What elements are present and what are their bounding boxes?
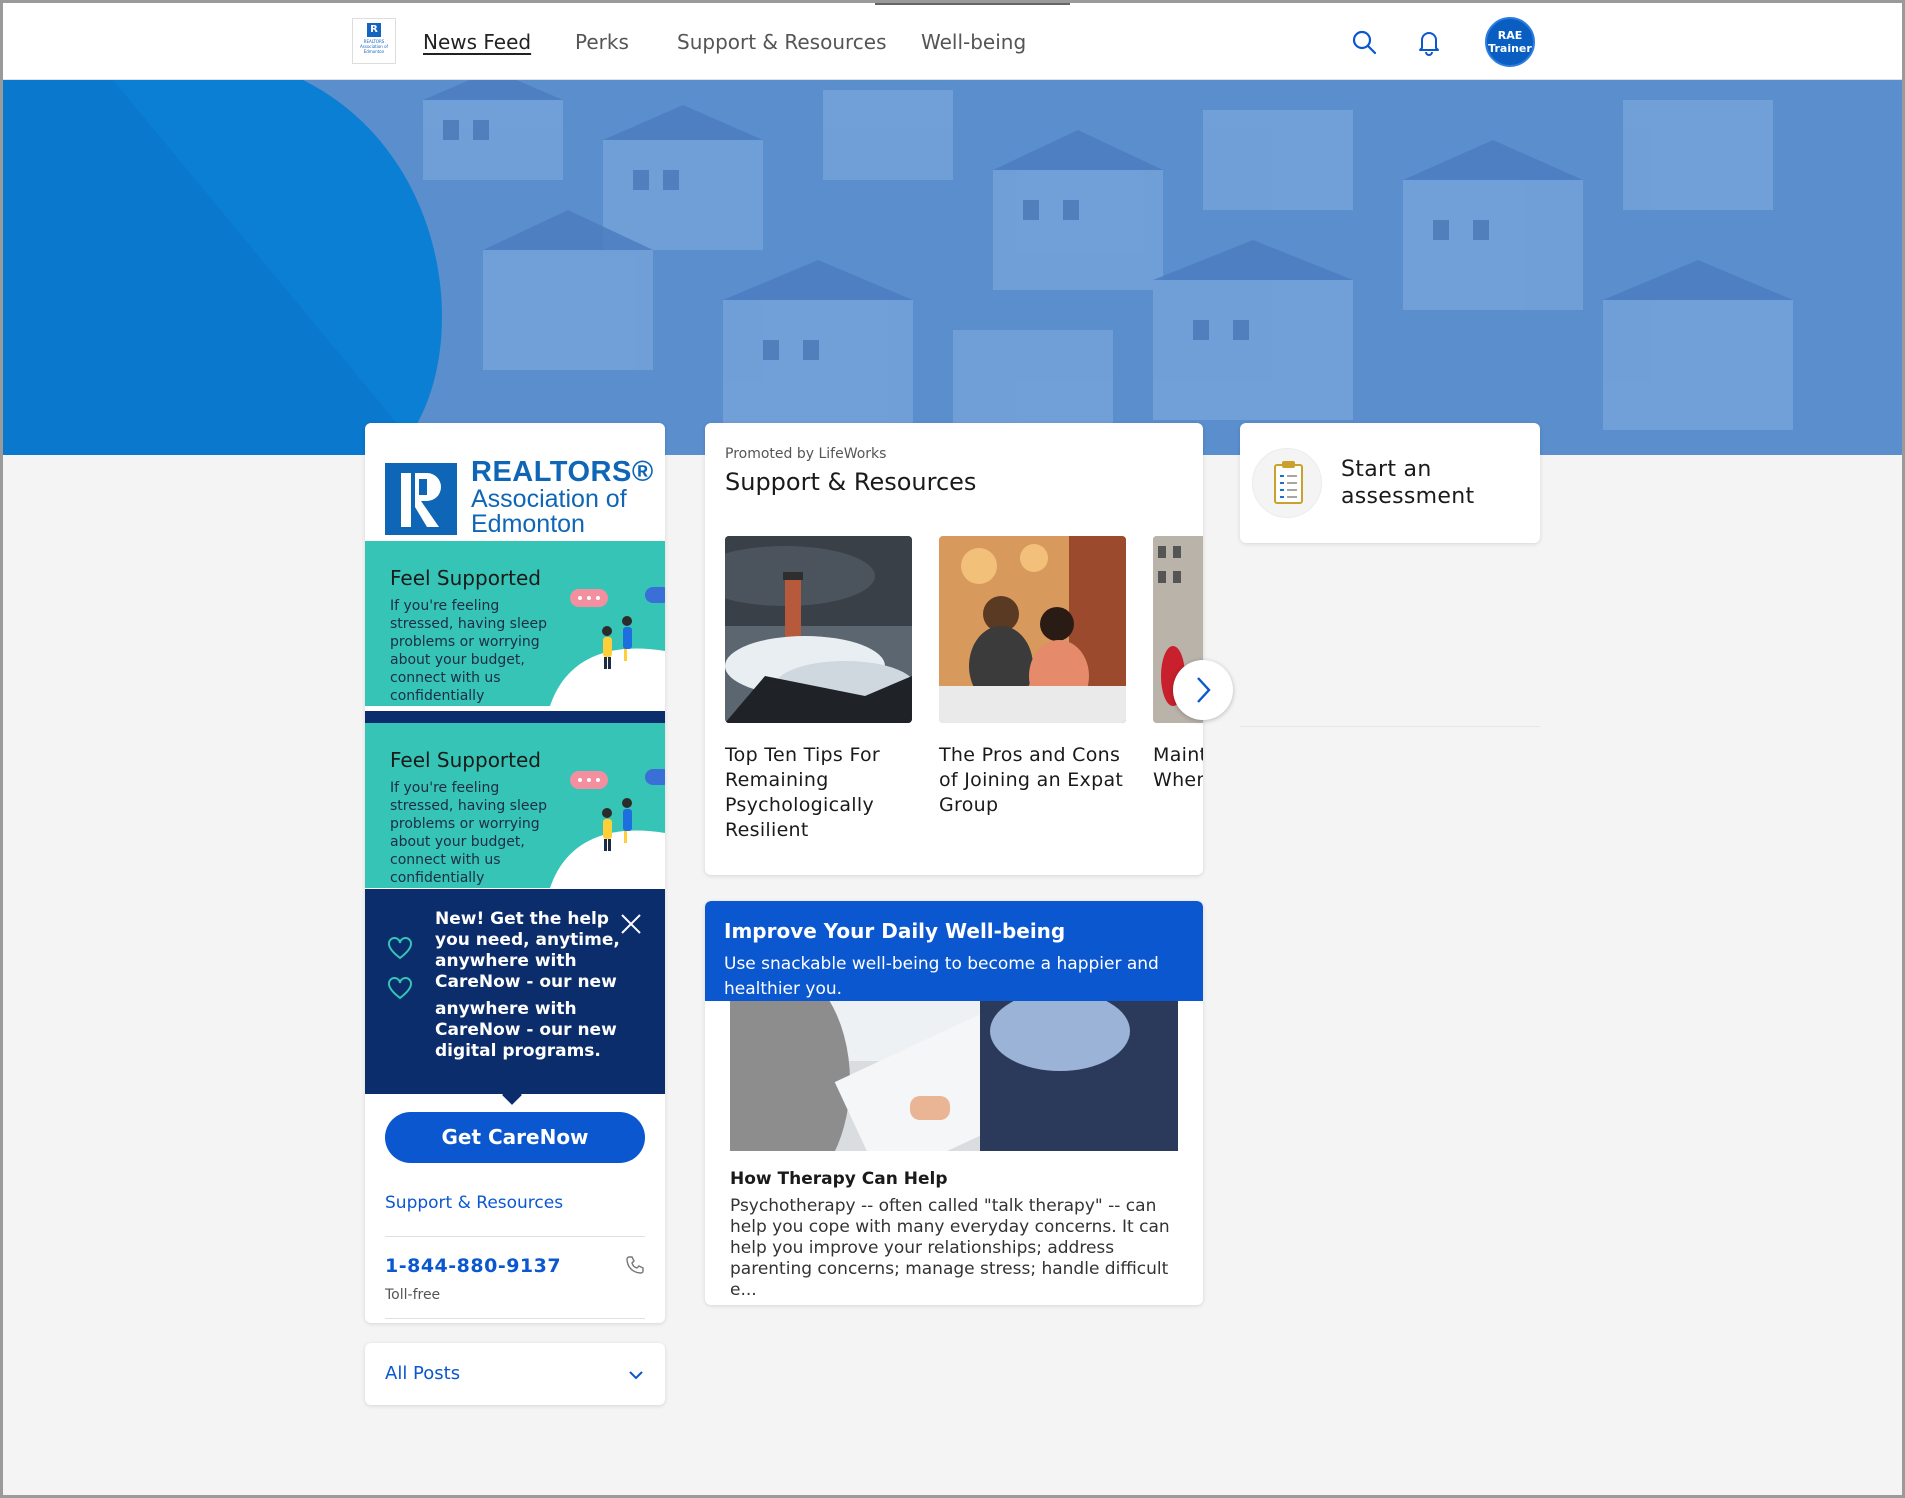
article-tile[interactable]: The Pros and Cons of Joining an Expat Gr…	[939, 536, 1126, 818]
banner-title: Feel Supported	[390, 748, 541, 772]
article-title: How Therapy Can Help	[730, 1169, 948, 1189]
brand-logo[interactable]: R REALTORS Association of Edmonton	[352, 18, 396, 64]
article-excerpt: Psychotherapy -- often called "talk ther…	[730, 1196, 1170, 1300]
right-column-divider	[1240, 726, 1540, 727]
realtors-r-icon	[385, 463, 457, 535]
carenow-tooltip: New! Get the help you need, anytime, any…	[365, 889, 665, 1105]
phone-icon[interactable]	[625, 1255, 645, 1275]
section-title: Support & Resources	[725, 468, 977, 496]
promoted-label: Promoted by LifeWorks	[725, 446, 887, 462]
nav-perks[interactable]: Perks	[575, 30, 629, 54]
cafe-conversation-image	[939, 536, 1126, 723]
wellbeing-card[interactable]: Improve Your Daily Well-being Use snacka…	[705, 901, 1203, 1305]
sponsor-sidebar-card: REALTORS® Association of Edmonton Feel S…	[365, 423, 665, 1323]
nav-support-resources[interactable]: Support & Resources	[677, 30, 887, 54]
wellbeing-header: Improve Your Daily Well-being Use snacka…	[705, 901, 1203, 1001]
close-icon[interactable]	[620, 913, 642, 935]
phone-number-link[interactable]: 1-844-880-9137	[385, 1255, 561, 1277]
tooltip-message: New! Get the help you need, anytime, any…	[435, 909, 620, 992]
start-assessment-card[interactable]: Start an assessment	[1240, 423, 1540, 543]
support-resources-link[interactable]: Support & Resources	[385, 1193, 563, 1213]
bell-icon[interactable]	[1415, 28, 1443, 56]
hero-banner-image	[3, 80, 1902, 455]
heart-icon	[388, 977, 412, 1000]
article-title: Maintaining Health When	[1153, 744, 1203, 791]
assessment-label: Start an assessment	[1341, 457, 1475, 509]
heart-icon	[388, 937, 412, 960]
lighthouse-storm-image	[725, 536, 912, 723]
banner-title: Feel Supported	[390, 566, 541, 590]
article-title: Top Ten Tips For Remaining Psychological…	[725, 744, 881, 841]
loading-indicator	[875, 3, 1070, 5]
nav-well-being[interactable]: Well-being	[921, 30, 1026, 54]
clipboard-icon	[1252, 448, 1322, 518]
filter-label: All Posts	[385, 1363, 461, 1384]
wellbeing-subtitle: Use snackable well-being to become a hap…	[724, 954, 1159, 999]
posts-filter-dropdown[interactable]: All Posts	[365, 1343, 665, 1405]
realtors-association-logo: REALTORS® Association of Edmonton	[385, 443, 653, 537]
article-title: The Pros and Cons of Joining an Expat Gr…	[939, 744, 1124, 816]
banner-text: If you're feeling stressed, having sleep…	[390, 780, 547, 886]
banner-divider	[365, 711, 665, 723]
therapy-session-image	[730, 1001, 1178, 1151]
top-navigation: R REALTORS Association of Edmonton News Fe…	[0, 0, 1905, 80]
search-icon[interactable]	[1350, 28, 1378, 56]
nav-news-feed[interactable]: News Feed	[423, 30, 531, 54]
support-resources-card: Promoted by LifeWorks Support & Resource…	[705, 423, 1203, 875]
chevron-right-icon	[1197, 677, 1211, 703]
article-tile[interactable]: Top Ten Tips For Remaining Psychological…	[725, 536, 912, 843]
feel-supported-banner[interactable]: Feel Supported If you're feeling stresse…	[365, 541, 665, 706]
phone-note: Toll-free	[385, 1287, 441, 1303]
feel-supported-banner[interactable]: Feel Supported If you're feeling stresse…	[365, 723, 665, 888]
wellbeing-title: Improve Your Daily Well-being	[724, 919, 1066, 943]
get-carenow-button[interactable]: Get CareNow	[385, 1112, 645, 1163]
user-avatar[interactable]: RAE Trainer	[1485, 17, 1535, 67]
banner-text: If you're feeling stressed, having sleep…	[390, 598, 547, 704]
chevron-down-icon	[629, 1371, 643, 1380]
tooltip-message-overlap: anywhere with CareNow - our new digital …	[435, 999, 617, 1061]
carousel-next-button[interactable]	[1173, 660, 1233, 720]
